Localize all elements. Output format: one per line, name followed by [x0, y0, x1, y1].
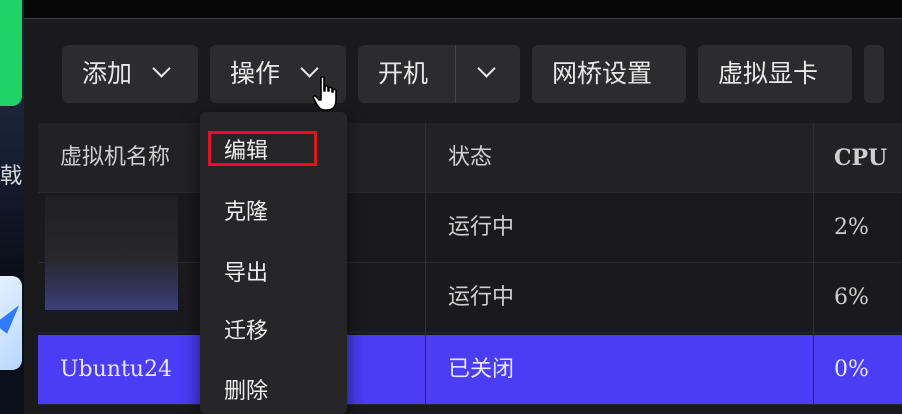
table-row-selected[interactable]: Ubuntu24 已关闭 0%: [38, 335, 902, 405]
dock-app-icon-green[interactable]: [0, 0, 22, 106]
vm-cpu: 2%: [834, 215, 869, 240]
column-divider: [813, 123, 814, 405]
add-button-label: 添加: [82, 59, 133, 88]
compass-arrow-icon: [0, 300, 26, 334]
hand-pointer-cursor-icon: [312, 76, 337, 111]
more-toolbar-button[interactable]: [864, 45, 884, 103]
dock-app-icon-compass[interactable]: [0, 276, 26, 370]
desktop-text-fragment: 戟: [0, 164, 23, 189]
virtual-gpu-label: 虚拟显卡: [718, 59, 819, 88]
virtual-gpu-button[interactable]: 虚拟显卡: [698, 45, 852, 103]
split-divider: [455, 45, 456, 103]
vm-names-blurred: [45, 196, 178, 310]
highlight-box: [208, 131, 317, 166]
column-divider: [425, 123, 426, 405]
operate-button-label: 操作: [230, 59, 281, 88]
vm-status: 运行中: [448, 285, 515, 310]
power-on-button[interactable]: 开机: [378, 59, 428, 88]
menu-item-export[interactable]: 导出: [224, 254, 268, 294]
menu-item-clone[interactable]: 克隆: [224, 193, 268, 233]
vm-status: 已关闭: [448, 357, 515, 382]
power-options-chevron-icon[interactable]: [479, 65, 493, 79]
table-header: 虚拟机名称 状态 CPU: [38, 123, 902, 193]
column-header-cpu[interactable]: CPU: [834, 123, 887, 193]
bridge-settings-button[interactable]: 网桥设置: [532, 45, 686, 103]
column-header-name[interactable]: 虚拟机名称: [60, 123, 170, 193]
title-bar: [24, 0, 902, 19]
bridge-settings-label: 网桥设置: [552, 59, 653, 88]
chevron-down-icon: [154, 65, 168, 79]
vm-name: Ubuntu24: [60, 357, 172, 382]
column-header-status[interactable]: 状态: [448, 123, 492, 193]
menu-item-migrate[interactable]: 迁移: [224, 312, 268, 352]
power-split-button: 开机: [358, 45, 520, 103]
desktop-background: 戟: [0, 0, 26, 414]
menu-item-delete[interactable]: 删除: [224, 372, 268, 412]
vm-cpu: 0%: [834, 357, 869, 382]
add-dropdown-button[interactable]: 添加: [62, 45, 198, 103]
vm-status: 运行中: [448, 215, 515, 240]
vm-cpu: 6%: [834, 285, 869, 310]
